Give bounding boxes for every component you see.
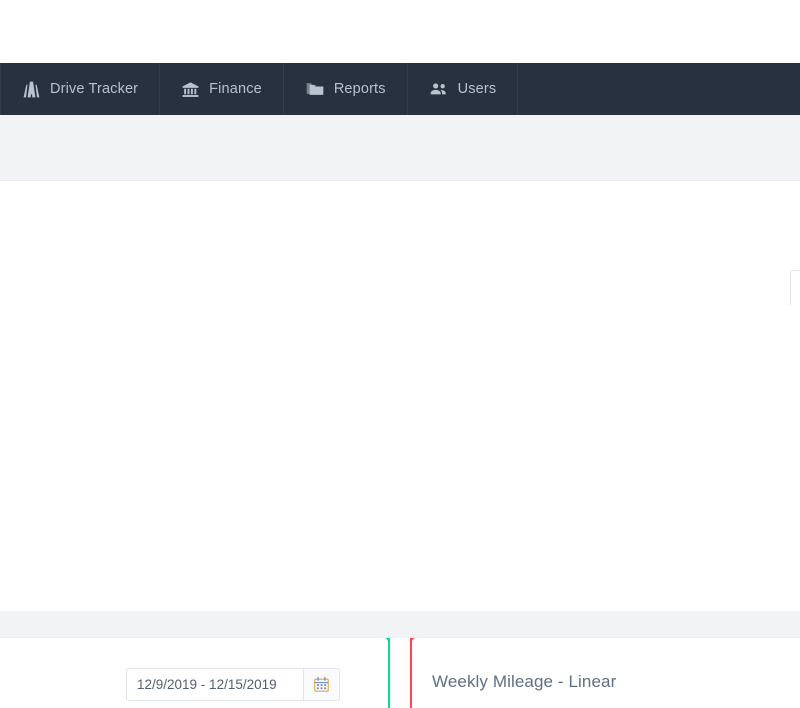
content-white-area bbox=[0, 181, 800, 305]
date-range-input[interactable] bbox=[126, 668, 303, 701]
date-filter-panel bbox=[0, 638, 388, 708]
nav-item-drive-tracker[interactable]: Drive Tracker bbox=[0, 63, 161, 115]
search-input-edge[interactable] bbox=[790, 270, 800, 310]
weekly-mileage-panel-title: Weekly Mileage - Linear bbox=[432, 672, 617, 691]
nav-label-reports: Reports bbox=[333, 81, 386, 97]
users-icon bbox=[429, 79, 449, 99]
nav-item-users[interactable]: Users bbox=[408, 63, 519, 115]
nav-item-finance[interactable]: Finance bbox=[160, 63, 284, 115]
main-navbar: Drive Tracker Finance Reports Users bbox=[0, 63, 800, 115]
nav-label-drive-tracker: Drive Tracker bbox=[50, 81, 139, 97]
nav-item-reports[interactable]: Reports bbox=[284, 63, 408, 115]
stat-cards-carousel: 22 Total Trips→ 0 bbox=[0, 305, 800, 708]
dashboard-page: Drive Tracker Finance Reports Users 12/9… bbox=[0, 0, 800, 708]
bank-icon bbox=[181, 80, 200, 99]
calendar-icon bbox=[313, 676, 330, 693]
nav-label-finance: Finance bbox=[209, 81, 262, 97]
weekly-mileage-panel: Weekly Mileage - Linear bbox=[412, 638, 800, 708]
page-header-band bbox=[0, 115, 800, 181]
date-range-control[interactable] bbox=[126, 668, 340, 701]
top-white-strip bbox=[0, 0, 800, 63]
calendar-button[interactable] bbox=[303, 668, 340, 701]
lower-grey-gutter bbox=[0, 611, 800, 638]
lower-white-gap bbox=[0, 590, 800, 611]
nav-label-users: Users bbox=[457, 81, 497, 97]
highway-icon bbox=[22, 80, 41, 99]
folder-icon bbox=[305, 79, 325, 99]
